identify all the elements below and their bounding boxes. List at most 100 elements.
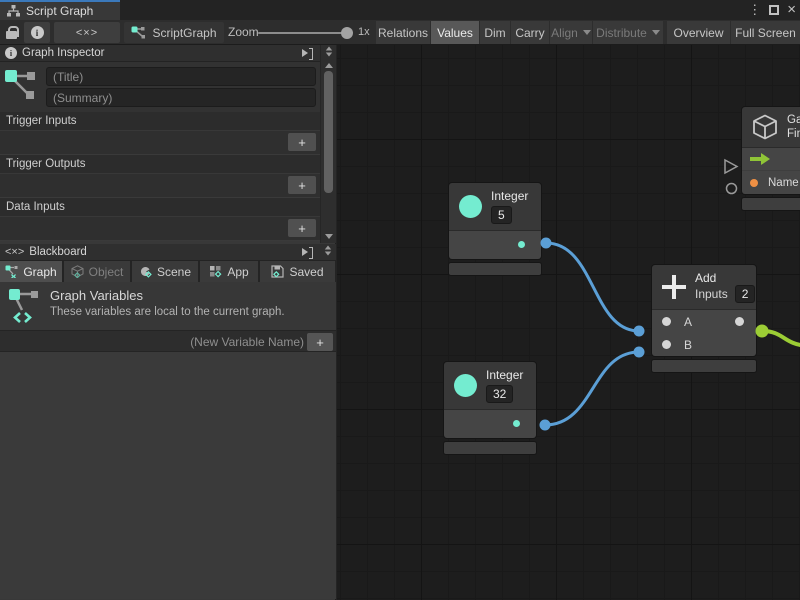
variables-button[interactable]: <×>	[54, 22, 120, 43]
name-input-port[interactable]	[750, 179, 758, 187]
dock-panel-icon[interactable]	[302, 247, 314, 257]
add-data-input-button[interactable]: +	[288, 219, 316, 237]
graph-variables-text: Graph Variables These variables are loca…	[50, 288, 285, 318]
node-integer-5[interactable]: Integer 5	[449, 183, 541, 275]
port-b-label: B	[684, 338, 692, 352]
script-graph-window: Script Graph ⋮ × i <×> ScriptGraph Zoom	[0, 0, 800, 600]
relations-label: Relations	[378, 26, 428, 40]
zoom-slider-handle[interactable]	[341, 27, 353, 39]
add-trigger-output-button[interactable]: +	[288, 176, 316, 194]
output-port[interactable]	[513, 420, 520, 427]
distribute-label: Distribute	[596, 26, 647, 40]
port-row-a: A	[652, 310, 756, 333]
node-footer	[444, 442, 536, 454]
new-variable-input[interactable]	[0, 332, 310, 351]
values-label: Values	[437, 26, 473, 40]
wire-integer5-to-add-a[interactable]	[546, 243, 639, 331]
wire-add-output[interactable]	[762, 331, 800, 346]
node-header[interactable]: GameObject Find	[742, 107, 800, 148]
inputs-label: Inputs	[695, 287, 728, 301]
lock-icon[interactable]	[6, 26, 17, 39]
carry-label: Carry	[515, 26, 544, 40]
hierarchy-icon	[7, 5, 20, 17]
scroll-arrows[interactable]	[325, 46, 333, 57]
scrollbar-up-icon[interactable]	[325, 63, 333, 68]
align-button[interactable]: Align	[550, 21, 592, 44]
relations-button[interactable]: Relations	[376, 21, 430, 44]
graph-tab-icon	[5, 265, 18, 278]
tab-label: Script Graph	[26, 4, 93, 18]
add-icon	[662, 275, 686, 299]
hollow-value-port-icon[interactable]	[727, 184, 737, 194]
flow-port-row	[742, 148, 800, 171]
scroll-down-icon[interactable]	[326, 53, 332, 57]
kebab-menu-icon[interactable]: ⋮	[748, 0, 761, 20]
output-port[interactable]	[735, 317, 744, 326]
inspect-button[interactable]: i	[24, 22, 50, 43]
carry-button[interactable]: Carry	[511, 21, 549, 44]
node-title: Integer	[486, 368, 523, 382]
full-screen-button[interactable]: Full Screen	[731, 21, 800, 44]
add-trigger-input-button[interactable]: +	[288, 133, 316, 151]
tab-app[interactable]: App	[200, 261, 258, 282]
wire-endpoint[interactable]	[634, 347, 645, 358]
wire-integer32-to-add-b[interactable]	[545, 352, 639, 425]
tab-script-graph[interactable]: Script Graph	[0, 0, 120, 20]
info-icon: i	[5, 47, 17, 59]
graph-canvas[interactable]: Integer 5 Integer 32	[337, 45, 800, 600]
node-header[interactable]: Integer 32	[444, 362, 536, 410]
inputs-count-input[interactable]: 2	[735, 285, 756, 303]
blackboard-header: <×> Blackboard	[0, 244, 336, 261]
node-gameobject-find[interactable]: GameObject Find Name	[742, 107, 800, 210]
node-body: A B	[652, 310, 756, 356]
integer-value-input[interactable]: 5	[491, 206, 512, 224]
variables-icon: <×>	[76, 27, 98, 39]
tab-scene[interactable]: Scene	[132, 261, 198, 282]
scroll-arrows[interactable]	[324, 245, 332, 256]
overview-button[interactable]: Overview	[667, 21, 730, 44]
graph-summary-input[interactable]	[46, 88, 316, 107]
zoom-slider[interactable]	[258, 32, 352, 34]
wire-endpoint[interactable]	[540, 420, 551, 431]
tab-graph-label: Graph	[23, 265, 56, 279]
distribute-button[interactable]: Distribute	[593, 21, 663, 44]
values-button[interactable]: Values	[431, 21, 479, 44]
node-header[interactable]: Integer 5	[449, 183, 541, 231]
hollow-flow-port-icon[interactable]	[725, 160, 737, 173]
wire-endpoint[interactable]	[541, 238, 552, 249]
output-port[interactable]	[518, 241, 525, 248]
integer-value-input[interactable]: 32	[486, 385, 513, 403]
input-port-a[interactable]	[662, 317, 671, 326]
node-title-line1: GameObject	[787, 113, 800, 127]
node-footer	[742, 198, 800, 210]
new-variable-row: +	[0, 330, 336, 352]
dim-button[interactable]: Dim	[480, 21, 510, 44]
inspector-scrollbar[interactable]	[320, 45, 336, 243]
node-integer-32[interactable]: Integer 32	[444, 362, 536, 454]
graph-breadcrumb-button[interactable]: ScriptGraph	[124, 22, 224, 43]
graph-title-input[interactable]	[46, 67, 316, 86]
wire-endpoint[interactable]	[634, 326, 645, 337]
flow-arrow-icon[interactable]	[750, 153, 770, 165]
dim-label: Dim	[484, 26, 505, 40]
tab-saved-label: Saved	[289, 265, 323, 279]
add-variable-button[interactable]: +	[307, 333, 333, 351]
scroll-up-icon[interactable]	[325, 246, 331, 250]
tab-graph[interactable]: Graph	[0, 261, 62, 282]
scroll-up-icon[interactable]	[326, 47, 332, 51]
wire-endpoint[interactable]	[756, 325, 769, 338]
close-icon[interactable]: ×	[787, 0, 796, 20]
scroll-down-icon[interactable]	[325, 252, 331, 256]
scrollbar-thumb[interactable]	[324, 71, 333, 193]
tab-object[interactable]: Object	[64, 261, 130, 282]
tab-saved[interactable]: Saved	[260, 261, 335, 282]
data-inputs-section: Data Inputs +	[0, 198, 320, 241]
node-add[interactable]: Add Inputs 2 A B	[652, 265, 756, 372]
node-header[interactable]: Add Inputs 2	[652, 265, 756, 310]
maximize-icon[interactable]	[769, 5, 779, 15]
input-port-b[interactable]	[662, 340, 671, 349]
scrollbar-down-icon[interactable]	[325, 234, 333, 239]
dock-panel-icon[interactable]	[302, 48, 314, 58]
app-icon	[209, 265, 222, 278]
zoom-value: 1x	[358, 20, 370, 45]
